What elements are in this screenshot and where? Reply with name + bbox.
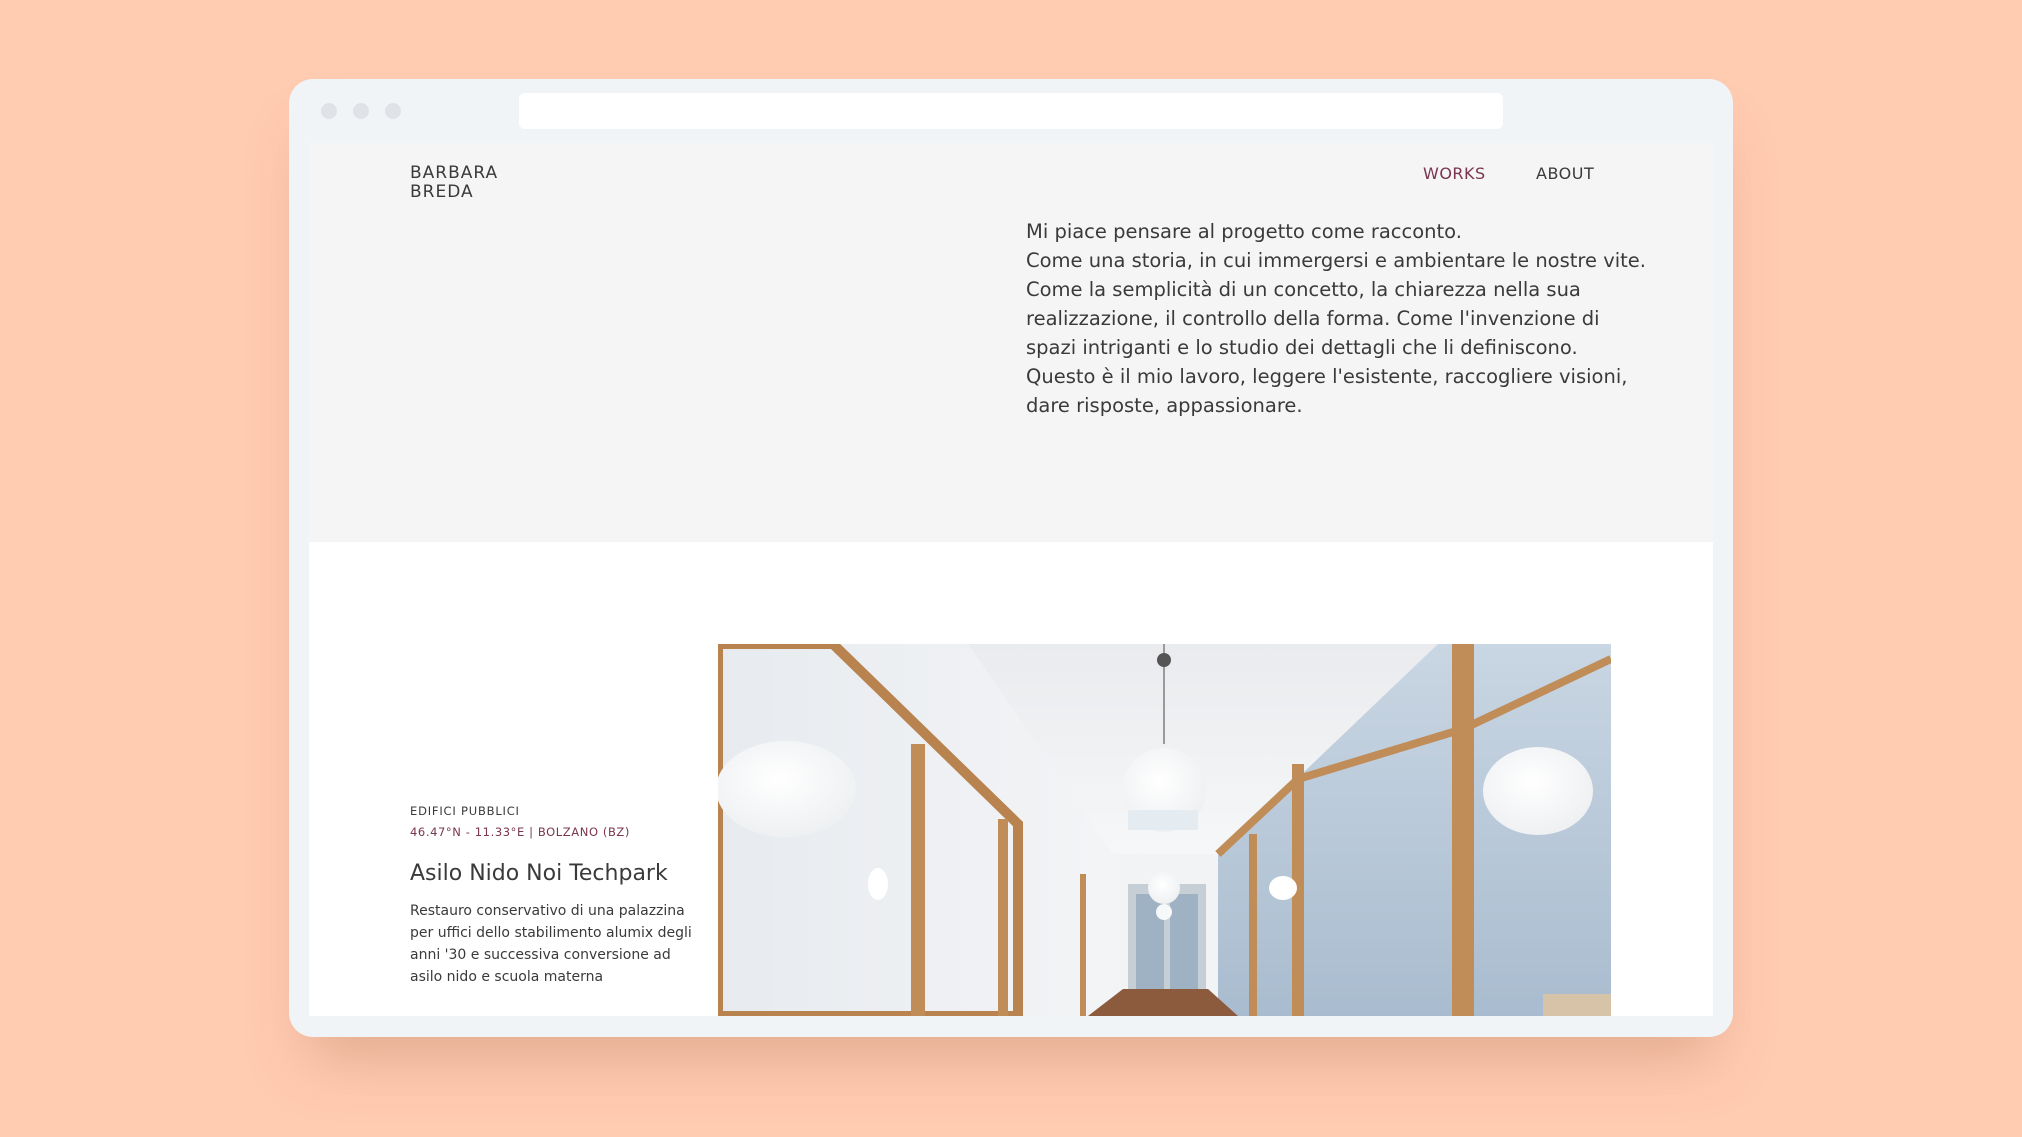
corridor-photo-image [718,644,1611,1016]
work-location: 46.47°N - 11.33°E | BOLZANO (BZ) [410,825,631,839]
work-description: Restauro conservativo di una palazzina p… [410,900,700,988]
nav-works-link[interactable]: WORKS [1423,164,1486,183]
description-line: anni '30 e successiva conversione ad [410,947,671,963]
window-maximize-dot[interactable] [385,103,401,119]
description-line: Restauro conservativo di una palazzina [410,903,685,919]
intro-line: Come una storia, in cui immergersi e amb… [1026,249,1647,272]
intro-line: Questo è il mio lavoro, leggere l'esiste… [1026,365,1628,388]
logo-line-2: BREDA [410,182,474,202]
work-card[interactable]: EDIFICI PUBBLICI 46.47°N - 11.33°E | BOL… [309,542,1713,1016]
logo-line-1: BARBARA [410,163,499,183]
work-photo[interactable] [718,644,1611,1016]
intro-text: Mi piace pensare al progetto come raccon… [1026,217,1647,420]
address-bar[interactable] [519,93,1503,129]
intro-line: realizzazione, il controllo della forma.… [1026,307,1600,330]
browser-window: BARBARA BREDA WORKS ABOUT Mi piace pensa… [289,79,1733,1037]
intro-line: dare risposte, appassionare. [1026,394,1303,417]
description-line: per uffici dello stabilimento alumix deg… [410,925,692,941]
work-title[interactable]: Asilo Nido Noi Techpark [410,861,668,886]
work-category: EDIFICI PUBBLICI [410,804,520,818]
intro-line: Come la semplicità di un concetto, la ch… [1026,278,1581,301]
window-minimize-dot[interactable] [353,103,369,119]
description-line: asilo nido e scuola materna [410,969,604,985]
intro-line: spazi intriganti e lo studio dei dettagl… [1026,336,1578,359]
intro-line: Mi piace pensare al progetto come raccon… [1026,220,1462,243]
window-close-dot[interactable] [321,103,337,119]
intro-section: BARBARA BREDA WORKS ABOUT Mi piace pensa… [309,143,1713,542]
nav-about-link[interactable]: ABOUT [1536,164,1594,183]
site-logo[interactable]: BARBARA BREDA [410,164,498,202]
page-viewport: BARBARA BREDA WORKS ABOUT Mi piace pensa… [309,143,1713,1016]
